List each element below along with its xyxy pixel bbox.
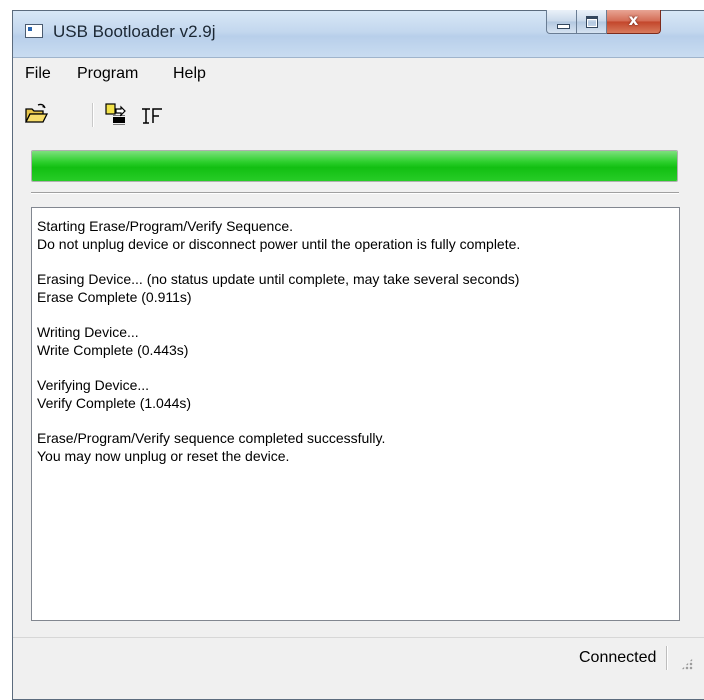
resize-grip-icon[interactable] [681, 658, 693, 670]
log-line: Write Complete (0.443s) [37, 342, 189, 358]
menu-file[interactable]: File [25, 65, 51, 83]
menu-program[interactable]: Program [77, 65, 138, 83]
progress-bar [31, 150, 678, 182]
window-title: USB Bootloader v2.9j [53, 22, 216, 41]
progress-fill [32, 151, 677, 181]
menu-help[interactable]: Help [173, 65, 206, 83]
log-line: Do not unplug device or disconnect power… [37, 236, 521, 252]
divider [31, 192, 679, 194]
status-separator [666, 646, 668, 670]
menu-bar: File Program Help [13, 61, 704, 87]
connection-status: Connected [579, 649, 657, 666]
window-controls: x [546, 10, 686, 36]
app-window: USB Bootloader v2.9j x File Program Help [12, 10, 704, 700]
close-icon: x [628, 11, 639, 29]
log-line: Starting Erase/Program/Verify Sequence. [37, 218, 294, 234]
maximize-button[interactable] [577, 10, 607, 34]
log-gap [37, 306, 679, 323]
reset-device-button[interactable] [139, 101, 165, 127]
write-device-button[interactable] [103, 101, 129, 127]
log-gap [37, 359, 679, 376]
log-line: Erase Complete (0.911s) [37, 289, 192, 305]
log-line: Verifying Device... [37, 377, 150, 393]
reset-device-icon [142, 108, 162, 124]
app-icon [25, 24, 43, 38]
open-file-icon [24, 103, 49, 123]
log-gap [37, 412, 679, 429]
log-line: Writing Device... [37, 324, 139, 340]
toolbar-separator [92, 103, 94, 127]
log-output[interactable]: Starting Erase/Program/Verify Sequence. D… [31, 207, 680, 621]
log-line: Erasing Device... (no status update unti… [37, 271, 520, 287]
toolbar [13, 95, 704, 131]
status-bar: Connected [13, 637, 704, 678]
write-device-icon [105, 103, 126, 125]
close-button[interactable]: x [607, 10, 661, 34]
log-line: Erase/Program/Verify sequence completed … [37, 430, 386, 446]
log-line: Verify Complete (1.044s) [37, 395, 192, 411]
log-gap [37, 253, 679, 270]
log-line: You may now unplug or reset the device. [37, 448, 290, 464]
minimize-button[interactable] [546, 10, 577, 34]
open-file-button[interactable] [23, 101, 49, 127]
